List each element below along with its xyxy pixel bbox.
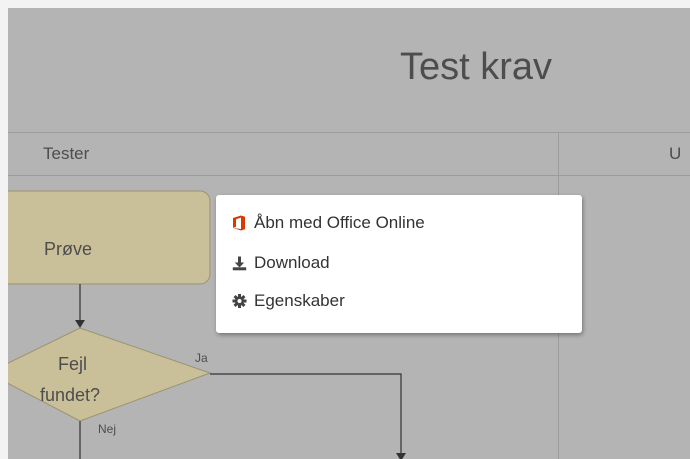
menu-item-properties[interactable]: Egenskaber xyxy=(232,289,562,315)
decision-label-line1: Fejl xyxy=(58,354,88,374)
connector-yes-branch xyxy=(210,373,402,453)
process-label: Prøve xyxy=(44,239,93,259)
yes-edge-label: Ja xyxy=(195,351,208,365)
menu-item-label: Åbn med Office Online xyxy=(254,213,425,232)
office-icon xyxy=(233,215,245,231)
no-edge-label: Nej xyxy=(98,422,117,436)
decision-shape[interactable] xyxy=(8,327,212,422)
menu-item-open-office-online[interactable]: Åbn med Office Online xyxy=(232,211,562,237)
menu-item-download[interactable]: Download xyxy=(232,251,562,277)
menu-item-label: Download xyxy=(254,253,330,272)
gear-icon xyxy=(232,294,247,308)
download-icon xyxy=(232,256,247,271)
menu-item-label: Egenskaber xyxy=(254,291,345,310)
context-menu: Åbn med Office Online Download Egenskabe… xyxy=(216,195,582,333)
arrowhead-down-icon xyxy=(396,453,406,459)
arrowhead-down-icon xyxy=(75,320,85,328)
decision-label-line2: fundet? xyxy=(40,385,101,405)
process-shape[interactable] xyxy=(8,190,211,285)
